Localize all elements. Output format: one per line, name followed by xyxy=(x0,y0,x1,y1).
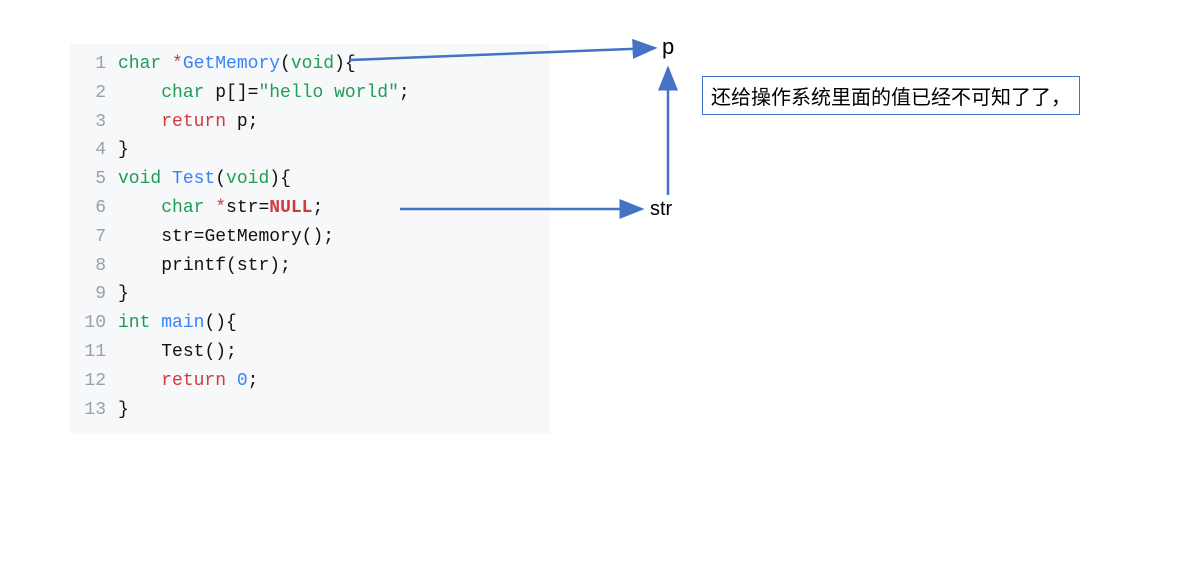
line-number: 1 xyxy=(70,50,118,79)
code-content: char *str=NULL; xyxy=(118,194,550,223)
code-content: } xyxy=(118,396,550,425)
code-content: Test(); xyxy=(118,338,550,367)
line-number: 8 xyxy=(70,252,118,281)
line-number: 11 xyxy=(70,338,118,367)
line-number: 13 xyxy=(70,396,118,425)
code-line: 2 char p[]="hello world"; xyxy=(70,79,550,108)
code-content: char p[]="hello world"; xyxy=(118,79,550,108)
line-number: 3 xyxy=(70,108,118,137)
code-line: 11 Test(); xyxy=(70,338,550,367)
code-line: 6 char *str=NULL; xyxy=(70,194,550,223)
code-content: } xyxy=(118,136,550,165)
code-line: 3 return p; xyxy=(70,108,550,137)
code-line: 8 printf(str); xyxy=(70,252,550,281)
code-line: 10int main(){ xyxy=(70,309,550,338)
code-line: 9} xyxy=(70,280,550,309)
line-number: 2 xyxy=(70,79,118,108)
line-number: 5 xyxy=(70,165,118,194)
label-str: str xyxy=(650,198,672,221)
code-content: return p; xyxy=(118,108,550,137)
code-line: 1char *GetMemory(void){ xyxy=(70,50,550,79)
code-content: return 0; xyxy=(118,367,550,396)
code-line: 13} xyxy=(70,396,550,425)
code-line: 12 return 0; xyxy=(70,367,550,396)
line-number: 7 xyxy=(70,223,118,252)
code-line: 5void Test(void){ xyxy=(70,165,550,194)
code-content: printf(str); xyxy=(118,252,550,281)
line-number: 9 xyxy=(70,280,118,309)
line-number: 12 xyxy=(70,367,118,396)
code-line: 4} xyxy=(70,136,550,165)
code-block: 1char *GetMemory(void){2 char p[]="hello… xyxy=(70,44,550,434)
code-content: } xyxy=(118,280,550,309)
note-box: 还给操作系统里面的值已经不可知了了， xyxy=(702,76,1080,115)
code-content: str=GetMemory(); xyxy=(118,223,550,252)
line-number: 10 xyxy=(70,309,118,338)
code-content: int main(){ xyxy=(118,309,550,338)
line-number: 4 xyxy=(70,136,118,165)
line-number: 6 xyxy=(70,194,118,223)
code-content: char *GetMemory(void){ xyxy=(118,50,550,79)
code-content: void Test(void){ xyxy=(118,165,550,194)
code-line: 7 str=GetMemory(); xyxy=(70,223,550,252)
label-p: p xyxy=(662,34,674,60)
